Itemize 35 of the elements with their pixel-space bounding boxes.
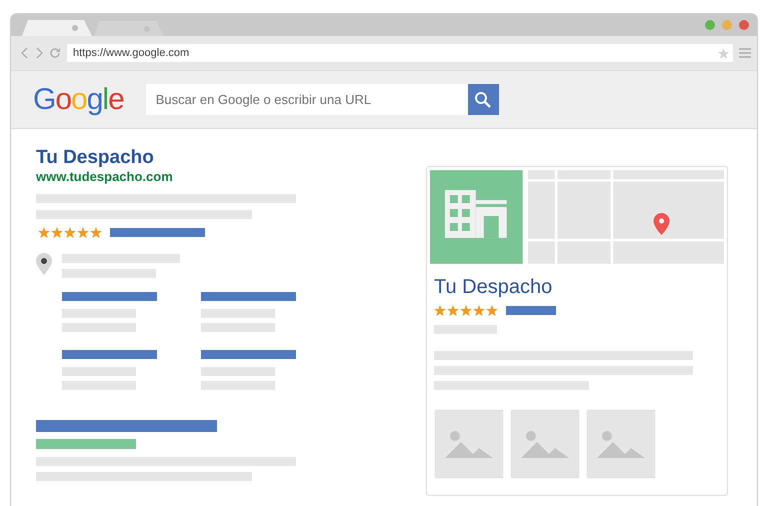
star-icon [64, 227, 76, 238]
image-placeholder-icon [435, 410, 503, 478]
star-icon [90, 227, 102, 238]
location-pin-icon [36, 253, 52, 275]
star-icon [38, 227, 50, 238]
browser-tab[interactable] [94, 21, 164, 36]
star-bookmark-icon[interactable] [718, 48, 729, 58]
back-icon[interactable] [21, 47, 29, 59]
star-icon [447, 305, 459, 316]
menu-icon[interactable] [739, 48, 751, 58]
building-icon [430, 170, 523, 264]
link-placeholder-bar [506, 306, 556, 315]
search-icon [474, 90, 492, 108]
business-title[interactable]: Tu Despacho [434, 275, 724, 299]
star-icon [486, 305, 498, 316]
image-placeholder-icon [587, 410, 655, 478]
result-title[interactable]: Tu Despacho [36, 147, 298, 169]
star-icon [434, 305, 446, 316]
forward-icon[interactable] [35, 47, 43, 59]
image-placeholder-icon [511, 410, 579, 478]
star-icon [51, 227, 63, 238]
result-url[interactable]: www.tudespacho.com [36, 169, 298, 185]
search-button[interactable] [468, 84, 499, 115]
reload-icon[interactable] [49, 47, 61, 59]
google-logo: Google [33, 82, 124, 116]
search-field[interactable]: Buscar en Google o escribir una URL [146, 84, 468, 115]
text-placeholder-bar [434, 325, 497, 334]
browser-tab[interactable] [22, 20, 92, 36]
star-icon [77, 227, 89, 238]
window-control-button[interactable] [722, 20, 732, 30]
window-control-button[interactable] [705, 20, 715, 30]
star-icon [460, 305, 472, 316]
address-field[interactable]: https://www.google.com [67, 44, 733, 62]
star-icon [473, 305, 485, 316]
window-control-button[interactable] [739, 20, 749, 30]
